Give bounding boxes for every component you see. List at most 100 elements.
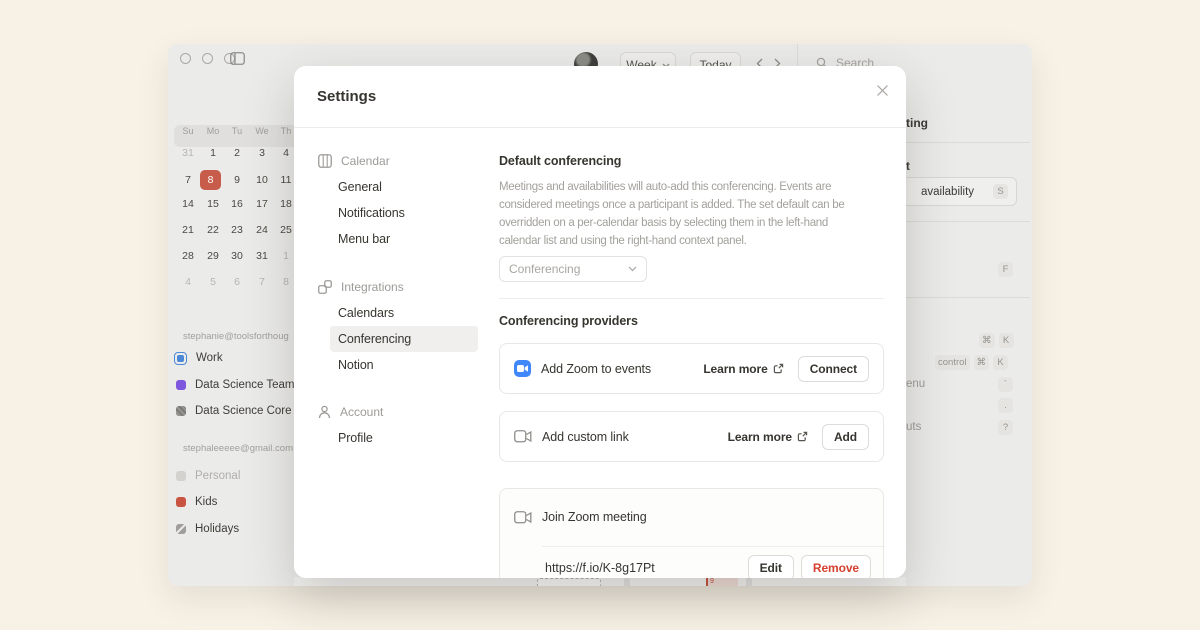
account-icon (318, 405, 331, 419)
calendar-list-item-holidays[interactable]: Holidays (176, 519, 239, 539)
conferencing-select-value: Conferencing (509, 262, 580, 276)
day-header: We (251, 120, 273, 142)
peek-event-mark (624, 578, 630, 586)
existing-link-label: Join Zoom meeting (542, 510, 647, 524)
window-close-button[interactable] (180, 53, 191, 64)
right-panel-shortcuts-fragment: uts (906, 421, 921, 433)
calendar-date[interactable]: 31 (251, 245, 273, 267)
sidebar-toggle-icon[interactable] (230, 52, 245, 70)
calendar-label: Work (196, 352, 223, 364)
calendar-date[interactable]: 22 (202, 219, 224, 241)
settings-modal: Settings Calendar General Notifications … (294, 66, 906, 578)
calendar-label: Kids (195, 496, 217, 508)
calendar-date[interactable]: 23 (226, 219, 248, 241)
week-grid-peek: 9 (294, 577, 906, 586)
calendar-date[interactable]: 6 (226, 271, 248, 293)
calendar-date[interactable]: 3 (251, 142, 273, 164)
calendar-date[interactable]: 9 (226, 169, 248, 191)
day-header: Mo (202, 120, 224, 142)
conferencing-providers-heading: Conferencing providers (499, 314, 638, 328)
calendar-list-item-kids[interactable]: Kids (176, 492, 217, 512)
provider-label: Add Zoom to events (541, 362, 651, 376)
team-calendar-swatch-icon (176, 380, 186, 390)
default-conferencing-description: Meetings and availabilities will auto-ad… (499, 178, 844, 250)
share-availability-button[interactable]: availability S (898, 177, 1017, 206)
nav-item-notion[interactable]: Notion (330, 352, 478, 378)
nav-section-label: Integrations (341, 280, 404, 294)
calendar-date[interactable]: 1 (202, 142, 224, 164)
calendar-date[interactable]: 5 (202, 271, 224, 293)
calendar-date[interactable]: 21 (177, 219, 199, 241)
external-link-icon (797, 431, 808, 442)
calendar-icon (318, 154, 332, 168)
window-minimize-button[interactable] (202, 53, 213, 64)
card-divider (542, 546, 885, 547)
remove-link-button[interactable]: Remove (801, 555, 871, 578)
calendar-list-item-work[interactable]: Work (176, 348, 223, 368)
nav-section-label: Calendar (341, 154, 390, 168)
calendar-date[interactable]: 2 (226, 142, 248, 164)
nav-item-calendars[interactable]: Calendars (330, 300, 478, 326)
calendar-date[interactable]: 28 (177, 245, 199, 267)
key-badge: ? (998, 420, 1013, 435)
custom-link-url: https://f.io/K-8g17Pt (545, 561, 655, 575)
calendar-date[interactable]: 29 (202, 245, 224, 267)
calendar-date[interactable]: 10 (251, 169, 273, 191)
calendar-date[interactable]: 31 (177, 142, 199, 164)
right-panel-menu-fragment: enu (906, 378, 925, 390)
calendar-label: Data Science Team (195, 379, 295, 391)
account-email: stephanie@toolsforthoug (183, 331, 294, 342)
calendar-date[interactable]: 15 (202, 193, 224, 215)
connect-zoom-button[interactable]: Connect (798, 356, 869, 382)
calendar-date[interactable]: 4 (177, 271, 199, 293)
nav-item-profile[interactable]: Profile (330, 425, 478, 451)
zoom-learn-more-link[interactable]: Learn more (703, 362, 783, 376)
custom-link-learn-more-link[interactable]: Learn more (728, 430, 808, 444)
key-badge: F (998, 262, 1013, 277)
calendar-label: Holidays (195, 523, 239, 535)
calendar-date-today[interactable]: 8 (202, 169, 224, 191)
key-badge: K (993, 355, 1008, 370)
calendar-date[interactable]: 30 (226, 245, 248, 267)
work-calendar-swatch-icon (174, 352, 187, 365)
integrations-icon (318, 280, 332, 294)
kids-calendar-swatch-icon (176, 497, 186, 507)
nav-item-general[interactable]: General (330, 174, 478, 200)
key-badge: control (935, 355, 970, 370)
availability-label: availability (921, 186, 974, 198)
edit-link-button[interactable]: Edit (748, 555, 794, 578)
right-panel-heading-fragment: ting (906, 116, 928, 130)
calendar-date[interactable]: 16 (226, 193, 248, 215)
key-badge: ⌘ (979, 333, 995, 348)
calendar-date[interactable]: 17 (251, 193, 273, 215)
zoom-provider-card: Add Zoom to events Learn more Connect (499, 343, 884, 394)
nav-section-label: Account (340, 405, 383, 419)
calendar-list-item-data-science-team[interactable]: Data Science Team (176, 375, 295, 395)
nav-item-menu-bar[interactable]: Menu bar (330, 226, 478, 252)
close-button[interactable] (872, 80, 892, 100)
calendar-list-item-data-science-core[interactable]: Data Science Core (176, 401, 292, 421)
calendar-date[interactable]: 7 (251, 271, 273, 293)
provider-label: Add custom link (542, 430, 629, 444)
account-email: stephaleeeee@gmail.com (183, 443, 294, 454)
custom-link-provider-card: Add custom link Learn more Add (499, 411, 884, 462)
existing-link-card: Join Zoom meeting https://f.io/K-8g17Pt … (499, 488, 884, 578)
conferencing-select[interactable]: Conferencing (499, 256, 647, 282)
calendar-date[interactable]: 24 (251, 219, 273, 241)
peek-event-red: 9 (706, 577, 738, 586)
calendar-date[interactable]: 7 (177, 169, 199, 191)
video-camera-icon (514, 430, 532, 443)
modal-header-divider (294, 127, 906, 128)
calendar-date[interactable]: 14 (177, 193, 199, 215)
day-header: Tu (226, 120, 248, 142)
calendar-label: Data Science Core (195, 405, 292, 417)
key-badge: ⌘ (974, 355, 990, 370)
nav-section-account: Account (318, 399, 478, 425)
nav-item-notifications[interactable]: Notifications (330, 200, 478, 226)
calendar-list-item-personal[interactable]: Personal (176, 466, 240, 486)
nav-item-conferencing[interactable]: Conferencing (330, 326, 478, 352)
key-badge: ` (998, 377, 1013, 392)
nav-section-calendar: Calendar (318, 148, 478, 174)
add-custom-link-button[interactable]: Add (822, 424, 869, 450)
zoom-logo-icon (514, 360, 531, 377)
